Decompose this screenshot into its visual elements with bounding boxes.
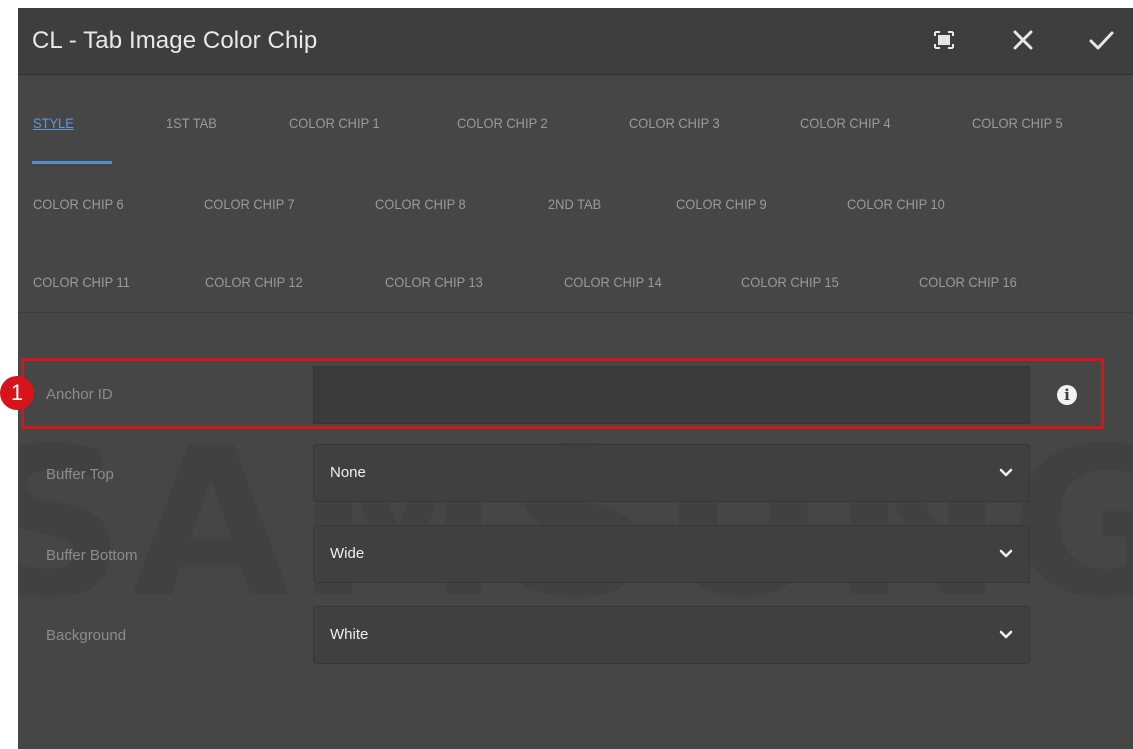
tab-color-chip-2[interactable]: COLOR CHIP 2 [457, 115, 548, 131]
close-button[interactable] [1003, 20, 1043, 60]
tab-color-chip-15[interactable]: COLOR CHIP 15 [741, 274, 839, 290]
tab-2nd-tab[interactable]: 2ND TAB [548, 196, 601, 212]
buffer-top-label: Buffer Top [46, 466, 114, 483]
buffer-bottom-label: Buffer Bottom [46, 547, 138, 564]
check-icon [1089, 31, 1114, 50]
tab-color-chip-11[interactable]: COLOR CHIP 11 [33, 274, 130, 290]
tab-color-chip-16[interactable]: COLOR CHIP 16 [919, 274, 1017, 290]
tab-color-chip-12[interactable]: COLOR CHIP 12 [205, 274, 303, 290]
confirm-button[interactable] [1081, 20, 1121, 60]
tab-color-chip-5[interactable]: COLOR CHIP 5 [972, 115, 1063, 131]
fullscreen-button[interactable] [924, 20, 964, 60]
chevron-down-icon [999, 630, 1013, 639]
close-icon [1013, 30, 1033, 50]
buffer-bottom-value: Wide [330, 545, 365, 562]
buffer-top-value: None [330, 464, 366, 481]
tab-color-chip-9[interactable]: COLOR CHIP 9 [676, 196, 767, 212]
background-select[interactable]: White [313, 606, 1030, 664]
tab-style[interactable]: STYLE [33, 115, 74, 131]
tab-color-chip-4[interactable]: COLOR CHIP 4 [800, 115, 891, 131]
tab-color-chip-14[interactable]: COLOR CHIP 14 [564, 274, 662, 290]
tab-color-chip-7[interactable]: COLOR CHIP 7 [204, 196, 295, 212]
active-tab-indicator [32, 161, 112, 164]
tab-color-chip-3[interactable]: COLOR CHIP 3 [629, 115, 720, 131]
background-value: White [330, 626, 369, 643]
dialog-titlebar: CL - Tab Image Color Chip [18, 8, 1133, 75]
tab-color-chip-8[interactable]: COLOR CHIP 8 [375, 196, 466, 212]
annotation-badge: 1 [0, 376, 34, 410]
tab-bar: STYLE 1ST TAB COLOR CHIP 1 COLOR CHIP 2 … [18, 75, 1133, 313]
chevron-down-icon [999, 549, 1013, 558]
buffer-bottom-select[interactable]: Wide [313, 525, 1030, 583]
anchor-id-label: Anchor ID [46, 386, 113, 403]
dialog-title: CL - Tab Image Color Chip [32, 27, 318, 54]
info-icon[interactable]: i [1057, 385, 1077, 405]
anchor-id-input[interactable] [313, 366, 1030, 424]
tab-color-chip-10[interactable]: COLOR CHIP 10 [847, 196, 945, 212]
tab-1st-tab[interactable]: 1ST TAB [166, 115, 217, 131]
tab-color-chip-1[interactable]: COLOR CHIP 1 [289, 115, 380, 131]
tab-color-chip-13[interactable]: COLOR CHIP 13 [385, 274, 483, 290]
background-label: Background [46, 627, 127, 644]
buffer-top-select[interactable]: None [313, 444, 1030, 502]
fullscreen-icon [934, 31, 954, 49]
chevron-down-icon [999, 468, 1013, 477]
dialog: SAMSUNG CL - Tab Image Color Chip STYLE … [18, 8, 1133, 749]
tab-color-chip-6[interactable]: COLOR CHIP 6 [33, 196, 124, 212]
